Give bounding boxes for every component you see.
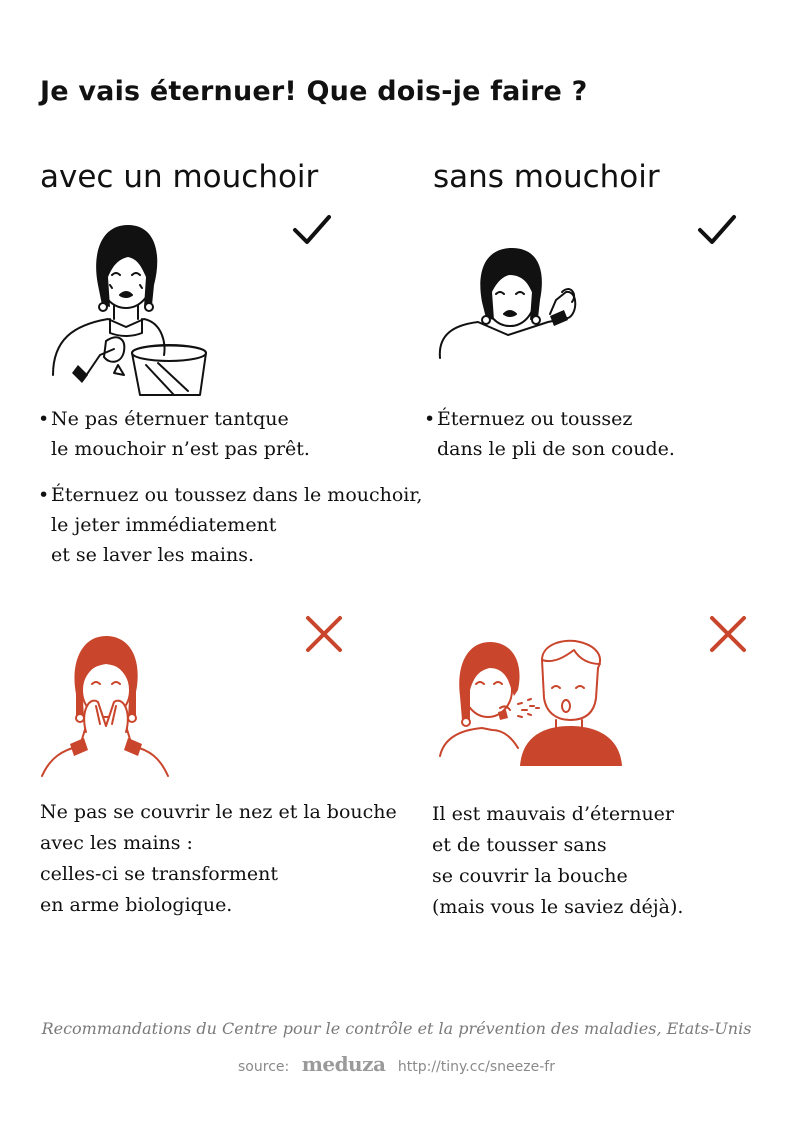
warning-line: Il est mauvais d’éternuer [432,803,675,825]
tip-line: le mouchoir n’est pas prêt. [51,438,310,460]
heading-with-tissue: avec un mouchoir [40,159,319,195]
woman-sneezing-on-man-icon [439,639,622,766]
cross-icon [306,616,342,652]
tip-line: dans le pli de son coude. [437,438,675,460]
warning-line: (mais vous le saviez déjà). [432,896,684,918]
cross-icon [710,616,746,652]
checkmark-icon [293,215,331,244]
tip-line: Éternuez ou toussez dans le mouchoir, [38,480,422,510]
heading-without-tissue: sans mouchoir [433,159,660,195]
warning-line: celles-ci se transforment [40,863,278,885]
woman-sneezing-into-hands-icon [41,636,169,777]
source-link[interactable]: http://tiny.cc/sneeze-fr [398,1059,555,1075]
source-line: source: meduza http://tiny.cc/sneeze-fr [0,1052,793,1076]
tip-line: Ne pas éternuer tantque [38,404,310,434]
tip-sneeze-into-elbow: Éternuez ou toussez dans le pli de son c… [424,404,675,464]
tip-line: le jeter immédiatement [51,514,277,536]
tip-wait-for-tissue: Ne pas éternuer tantque le mouchoir n’es… [38,404,310,464]
woman-sneezing-holding-tissue-over-bin-icon [52,225,207,396]
warning-uncovered-text: Il est mauvais d’éternuer et de tousser … [432,799,683,923]
tip-line: et se laver les mains. [51,544,255,566]
source-note: Recommandations du Centre pour le contrô… [41,1019,752,1038]
tip-line: Éternuez ou toussez [424,404,675,434]
warning-line: se couvrir la bouche [432,865,628,887]
checkmark-icon [698,215,736,244]
warning-line: Ne pas se couvrir le nez et la bouche [40,801,397,823]
warning-line: et de tousser sans [432,834,607,856]
warning-line: en arme biologique. [40,894,233,916]
woman-sneezing-into-elbow-icon [438,248,577,359]
brand-logo: meduza [301,1052,386,1076]
tip-sneeze-into-tissue: Éternuez ou toussez dans le mouchoir, le… [38,480,422,570]
warning-hands-text: Ne pas se couvrir le nez et la bouche av… [40,797,397,921]
source-label: source: [238,1059,290,1075]
warning-line: avec les mains : [40,832,193,854]
page-title: Je vais éternuer! Que dois-je faire ? [40,76,588,107]
